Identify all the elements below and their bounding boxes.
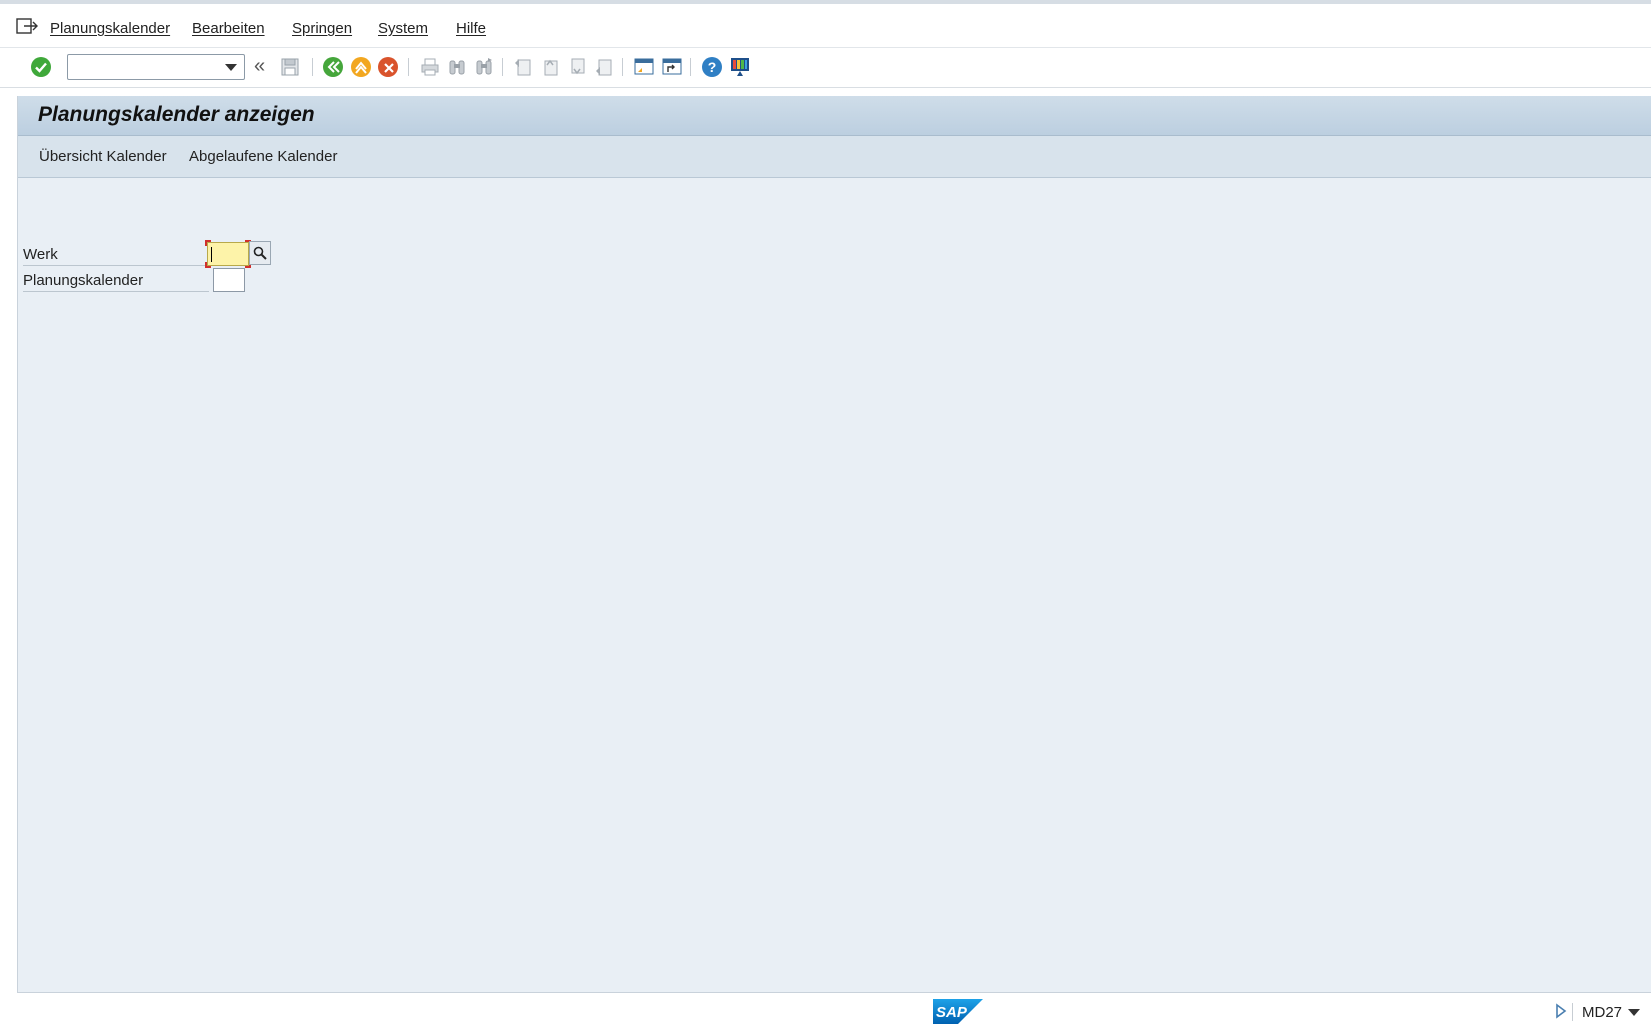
- print-icon: [421, 58, 439, 76]
- customize-layout-icon: [731, 58, 749, 76]
- first-page-button[interactable]: [511, 55, 535, 79]
- help-button[interactable]: ?: [700, 55, 724, 79]
- text-cursor: [211, 247, 212, 262]
- cancel-button[interactable]: [376, 55, 400, 79]
- svg-text:?: ?: [708, 59, 717, 75]
- focus-marker: [205, 240, 211, 246]
- menu-hilfe[interactable]: Hilfe: [456, 20, 486, 37]
- customize-layout-button[interactable]: [728, 55, 752, 79]
- expired-calendar-button[interactable]: Abgelaufene Kalender: [189, 148, 337, 165]
- find-next-button[interactable]: [472, 55, 496, 79]
- command-field[interactable]: [67, 54, 245, 80]
- exit-button[interactable]: [349, 55, 373, 79]
- menu-springen[interactable]: Springen: [292, 20, 352, 37]
- menu-planungskalender[interactable]: Planungskalender: [50, 20, 170, 37]
- back-button[interactable]: [321, 55, 345, 79]
- save-icon: [281, 58, 299, 76]
- title-bar: Planungskalender anzeigen: [18, 96, 1651, 136]
- collapse-chevron-icon[interactable]: «: [254, 56, 265, 76]
- create-session-button[interactable]: [632, 55, 656, 79]
- menu-bar: Planungskalender Bearbeiten Springen Sys…: [0, 4, 1651, 48]
- back-icon: [323, 57, 343, 77]
- save-button[interactable]: [278, 55, 302, 79]
- overview-calendar-button[interactable]: Übersicht Kalender: [39, 148, 167, 165]
- last-page-button[interactable]: [592, 55, 616, 79]
- next-page-icon: [571, 58, 585, 75]
- standard-toolbar: « ?: [0, 48, 1651, 88]
- werk-label: Werk: [23, 242, 209, 266]
- menu-bearbeiten[interactable]: Bearbeiten: [192, 20, 265, 37]
- werk-input[interactable]: [207, 242, 249, 266]
- help-icon: ?: [702, 57, 722, 77]
- planungskalender-input[interactable]: [213, 268, 245, 292]
- find-button[interactable]: [445, 55, 469, 79]
- next-page-button[interactable]: [565, 55, 589, 79]
- main-screen-area: Planungskalender anzeigen Übersicht Kale…: [17, 96, 1651, 993]
- cancel-icon: [378, 57, 398, 77]
- exit-icon: [351, 57, 371, 77]
- enter-check-icon: [31, 57, 51, 77]
- previous-page-button[interactable]: [538, 55, 562, 79]
- status-bar: SAP MD27: [0, 995, 1651, 1029]
- create-session-icon: [634, 58, 654, 75]
- menu-toggle-icon[interactable]: [16, 18, 38, 36]
- chevron-down-icon[interactable]: [225, 64, 237, 71]
- create-shortcut-icon: [662, 58, 682, 75]
- enter-button[interactable]: [29, 55, 53, 79]
- planungskalender-label: Planungskalender: [23, 268, 209, 292]
- search-icon: [253, 246, 267, 260]
- page-title: Planungskalender anzeigen: [38, 103, 315, 126]
- application-toolbar: Übersicht Kalender Abgelaufene Kalender: [18, 136, 1651, 178]
- last-page-icon: [596, 59, 612, 76]
- svg-text:SAP: SAP: [936, 1004, 968, 1021]
- find-next-icon: [476, 58, 492, 75]
- previous-page-icon: [544, 59, 558, 76]
- status-separator: [1572, 1003, 1573, 1021]
- find-icon: [449, 60, 465, 75]
- transaction-code: MD27: [1582, 1004, 1623, 1021]
- werk-search-help-button[interactable]: [249, 241, 271, 265]
- first-page-icon: [515, 59, 531, 76]
- sap-logo: SAP: [933, 999, 983, 1024]
- menu-system[interactable]: System: [378, 20, 428, 37]
- print-button[interactable]: [418, 55, 442, 79]
- create-shortcut-button[interactable]: [660, 55, 684, 79]
- chevron-down-icon[interactable]: [1628, 1009, 1640, 1016]
- play-icon[interactable]: [1555, 1003, 1567, 1019]
